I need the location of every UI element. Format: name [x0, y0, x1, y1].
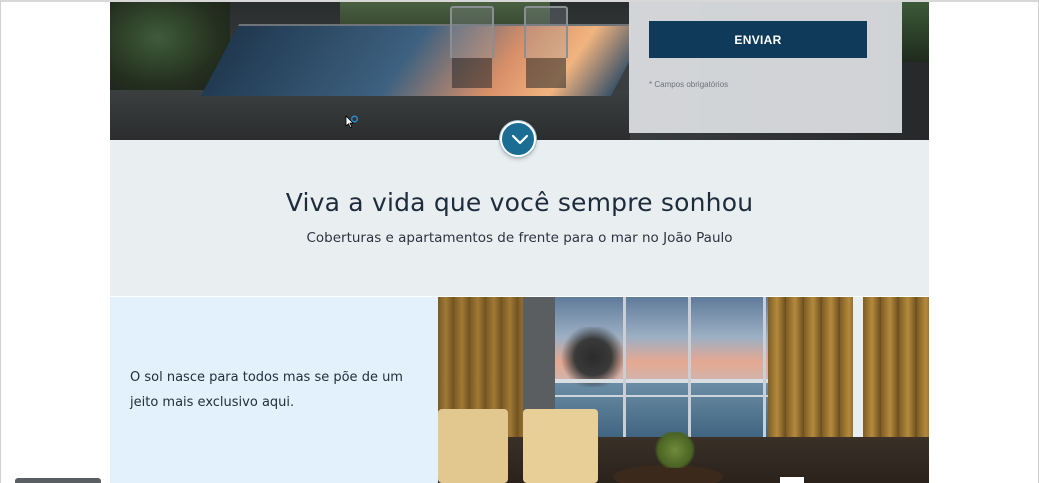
photo-tree: [558, 327, 628, 387]
feature-text-panel: O sol nasce para todos mas se põe de um …: [110, 297, 438, 483]
mouse-pointer-icon: [345, 115, 359, 131]
photo-armchair: [438, 409, 508, 483]
hero-lounge-chair: [450, 6, 494, 58]
window-left-border: [0, 0, 1, 483]
scroll-down-button[interactable]: [500, 121, 536, 157]
hero-chair-reflection: [452, 58, 492, 88]
required-fields-note: * Campos obrigatórios: [649, 80, 729, 89]
bottom-tab-handle[interactable]: [15, 478, 101, 483]
living-room-photo: [438, 297, 929, 483]
photo-armchair: [523, 409, 598, 483]
photo-cushion: [780, 477, 804, 483]
hero-chair-reflection: [526, 58, 566, 88]
photo-plant: [653, 432, 697, 468]
photo-window-frame: [623, 297, 626, 447]
hero-trees-right: [901, 2, 929, 62]
submit-button[interactable]: ENVIAR: [649, 21, 867, 58]
section-title: Viva a vida que você sempre sonhou: [285, 188, 754, 217]
hero-lounge-chair: [524, 6, 568, 58]
chevron-down-icon: [511, 134, 529, 145]
contact-form-panel: ENVIAR * Campos obrigatórios: [629, 2, 902, 133]
section-subtitle: Coberturas e apartamentos de frente para…: [306, 230, 733, 246]
photo-window-frame: [688, 297, 691, 447]
intro-section: Viva a vida que você sempre sonhou Cober…: [110, 140, 929, 296]
photo-window-frame: [763, 297, 766, 447]
hero-deck: [110, 90, 630, 140]
feature-tagline: O sol nasce para todos mas se põe de um …: [130, 370, 403, 410]
hero-pool: [200, 24, 650, 96]
